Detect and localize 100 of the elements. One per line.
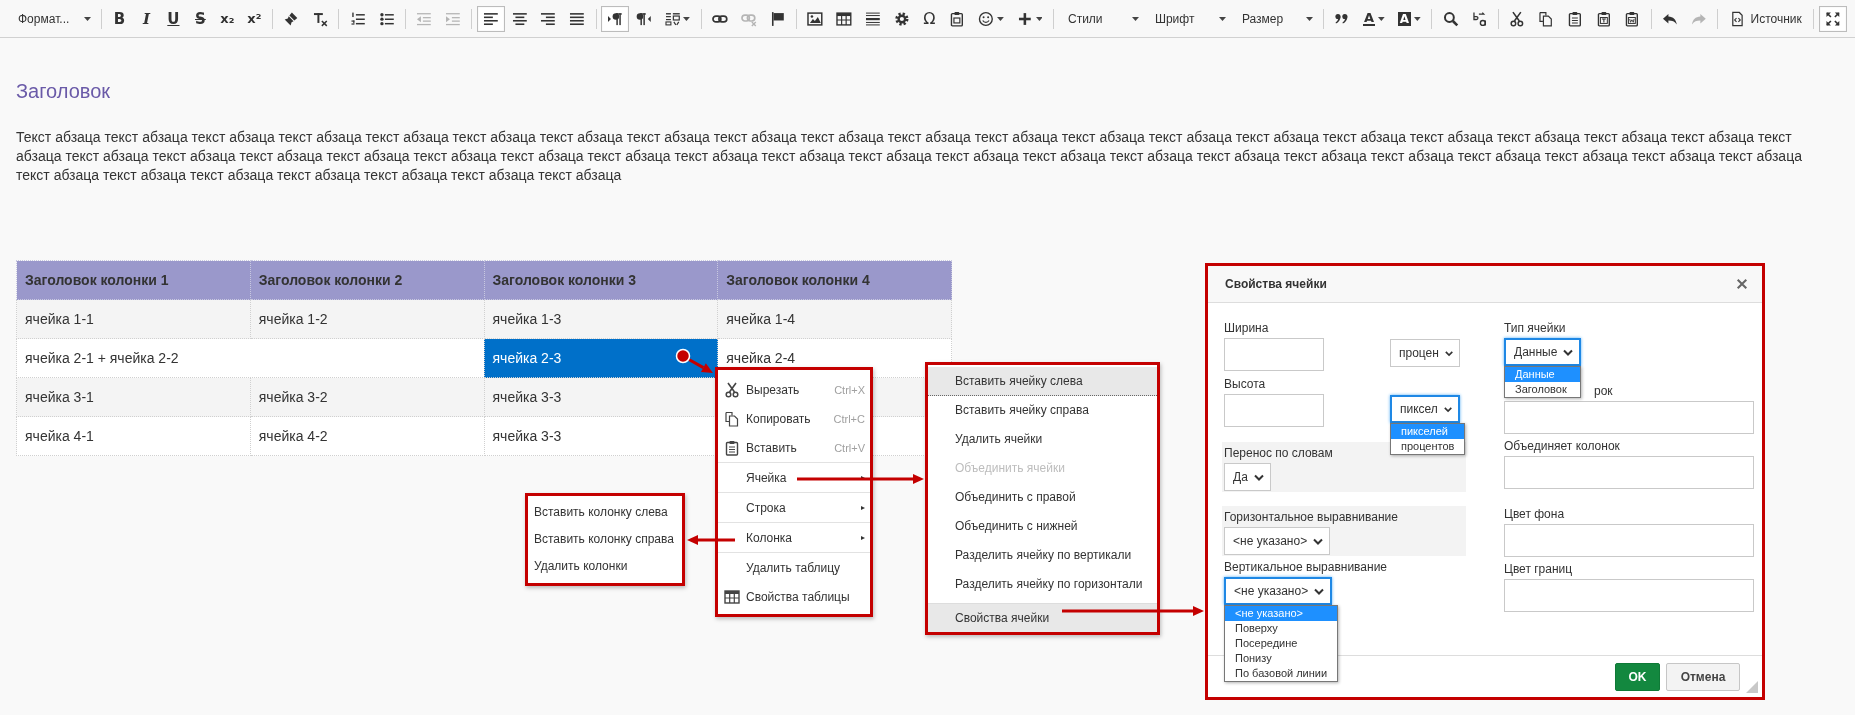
background-color-button[interactable]: A xyxy=(1391,5,1427,32)
paintbrush-icon xyxy=(283,10,300,27)
table-cell: ячейка 4-2 xyxy=(250,416,484,456)
field-label: Тип ячейки xyxy=(1504,320,1566,336)
text-input[interactable] xyxy=(1504,456,1754,489)
marker-dot xyxy=(675,348,691,364)
replace-icon xyxy=(1471,10,1488,27)
dropdown-option[interactable]: Посередине xyxy=(1225,636,1338,651)
toolbar-button[interactable] xyxy=(1818,5,1847,32)
smiley-icon xyxy=(978,10,994,27)
table-cell: ячейка 3-1 xyxy=(16,377,251,417)
clear-formatting-icon xyxy=(312,10,328,27)
text-input[interactable] xyxy=(1504,579,1754,612)
table-cell: ячейка 3-2 xyxy=(250,377,484,417)
menu-item[interactable]: Удалить колонки xyxy=(528,553,682,580)
flag-icon xyxy=(769,10,786,27)
ok-button[interactable]: OK xyxy=(1615,662,1660,691)
justify-icon xyxy=(569,10,585,27)
caret-icon xyxy=(1035,16,1043,21)
chevron-icon xyxy=(1444,349,1453,357)
cancel-button[interactable]: Отмена xyxy=(1666,662,1740,691)
maximize-icon xyxy=(1824,10,1841,27)
chevron-icon xyxy=(1253,473,1264,481)
caret-icon xyxy=(83,16,91,21)
text-input[interactable] xyxy=(1224,338,1324,371)
toolbar-dropdown[interactable]: Формат... xyxy=(8,5,97,32)
bulleted-list-icon xyxy=(378,10,395,27)
menu-item[interactable]: Вставить колонку слева xyxy=(528,499,682,526)
strikethrough-button[interactable]: S xyxy=(187,5,214,32)
subscript-button[interactable]: x₂ xyxy=(214,5,241,32)
menu-item[interactable]: Вставить ячейку справа xyxy=(928,396,1157,425)
toolbar-button[interactable] xyxy=(601,5,629,32)
indent-icon xyxy=(445,10,461,27)
menu-item[interactable]: Удалить ячейки xyxy=(928,425,1157,454)
dropdown-select[interactable]: Данные xyxy=(1504,338,1582,366)
dropdown-option[interactable]: Понизу xyxy=(1225,651,1338,666)
column-header: Заголовок колонки 1 xyxy=(16,260,251,300)
paste-text-icon xyxy=(1595,10,1612,27)
dropdown-select[interactable]: процен xyxy=(1390,339,1460,367)
menu-item[interactable]: Ячейка xyxy=(718,462,870,492)
paragraph: Текст абзаца текст абзаца текст абзаца текст абзаца текст абзаца текст абзаца текст абзаца текст абзаца текст абзаца текст абзаца текст абзаца текст абзаца текст абзаца текст абзаца текст абзаца текст абзаца текст абзаца текст абзаца текст абзаца текст абзаца текст абзаца текст абзаца текст абзаца текст абзаца текст абзаца текст абзаца текст абзаца текст абзаца текст абзаца текст абзаца текст абзаца текст абзаца текст абзаца текст абзаца текст абзаца текст абзаца текст абзаца текст абзаца текст абзаца текст абзаца текст абзаца текст абзаца текст абзаца текст абзаца текст абзаца текст абзаца текст абзаца текст абзаца xyxy=(16,128,1803,185)
field-label: Перенос по словам xyxy=(1224,445,1333,461)
table-cell: ячейка 1-2 xyxy=(250,299,484,339)
text-input[interactable] xyxy=(1504,401,1754,434)
table-cell: ячейка 1-1 xyxy=(16,299,251,339)
close-button[interactable] xyxy=(1734,276,1750,292)
plus-icon xyxy=(1016,10,1033,27)
italic-button[interactable]: I xyxy=(133,5,160,32)
dropdown-option[interactable]: Заголовок xyxy=(1505,382,1581,397)
text-color-button[interactable]: A xyxy=(1357,5,1391,32)
menu-item[interactable]: Свойства ячейки xyxy=(928,603,1157,632)
superscript-button[interactable]: x² xyxy=(241,5,268,32)
dropdown-select[interactable]: пиксел xyxy=(1390,395,1460,423)
caret-icon xyxy=(1305,16,1313,21)
menu-item[interactable]: Колонка xyxy=(718,522,870,552)
scissors-icon xyxy=(724,381,740,398)
toolbar-dropdown[interactable]: Размер xyxy=(1231,5,1319,32)
menu-item[interactable]: Объединить с правой xyxy=(928,483,1157,512)
caret-icon xyxy=(1414,16,1421,21)
shortcut-label: Ctrl+C xyxy=(833,412,865,425)
column-header: Заголовок колонки 2 xyxy=(250,260,484,300)
source-button[interactable]: Источник xyxy=(1722,5,1809,32)
table-cell: ячейка 2-1 + ячейка 2-2 xyxy=(16,338,484,378)
bold-button[interactable]: B xyxy=(106,5,133,32)
dropdown-option[interactable]: Поверху xyxy=(1225,621,1338,636)
menu-item[interactable]: Разделить ячейку по горизонтали xyxy=(928,570,1157,599)
table-cell: ячейка 1-4 xyxy=(717,299,952,339)
menu-item[interactable]: Вставить Ctrl+V xyxy=(718,433,870,462)
close-icon xyxy=(1736,278,1748,290)
dropdown-select[interactable]: <не указано> xyxy=(1224,527,1331,555)
special-character-button[interactable]: Ω xyxy=(916,5,943,32)
numbered-list-icon xyxy=(349,10,366,27)
menu-item[interactable]: Свойства таблицы xyxy=(718,582,870,611)
caret-icon xyxy=(1218,16,1226,21)
field-label: Цвет фона xyxy=(1504,506,1565,522)
outdent-icon xyxy=(416,10,433,27)
menu-item[interactable]: Копировать Ctrl+C xyxy=(718,404,870,433)
underline-button[interactable]: U xyxy=(160,5,187,32)
text-input[interactable] xyxy=(1224,394,1324,427)
gear-icon xyxy=(893,10,910,27)
resize-grip-icon xyxy=(1746,681,1758,693)
dropdown-select[interactable]: <не указано> xyxy=(1224,577,1333,605)
menu-item[interactable]: Строка xyxy=(718,492,870,522)
toolbar-dropdown[interactable]: Стили xyxy=(1057,5,1145,32)
toolbar-dropdown[interactable]: Шрифт xyxy=(1144,5,1232,32)
menu-item[interactable]: Удалить таблицу xyxy=(718,552,870,582)
toolbar-button[interactable] xyxy=(476,5,505,32)
align-left-icon xyxy=(482,10,499,27)
menu-item[interactable]: Объединить с нижней xyxy=(928,512,1157,541)
text-input[interactable] xyxy=(1504,524,1754,557)
align-right-icon xyxy=(540,10,557,27)
dropdown-select[interactable]: Да xyxy=(1224,463,1271,491)
menu-item[interactable]: Разделить ячейку по вертикали xyxy=(928,541,1157,570)
dropdown-option[interactable]: процентов xyxy=(1391,439,1465,454)
menu-item[interactable]: Вставить ячейку слева xyxy=(928,367,1157,396)
chevron-icon xyxy=(1314,587,1325,595)
menu-item[interactable]: Вставить колонку справа xyxy=(528,526,682,553)
table-cell: ячейка 3-3 xyxy=(484,416,718,456)
caret-icon xyxy=(996,16,1004,21)
dropdown-option[interactable]: По базовой линии xyxy=(1225,666,1338,681)
